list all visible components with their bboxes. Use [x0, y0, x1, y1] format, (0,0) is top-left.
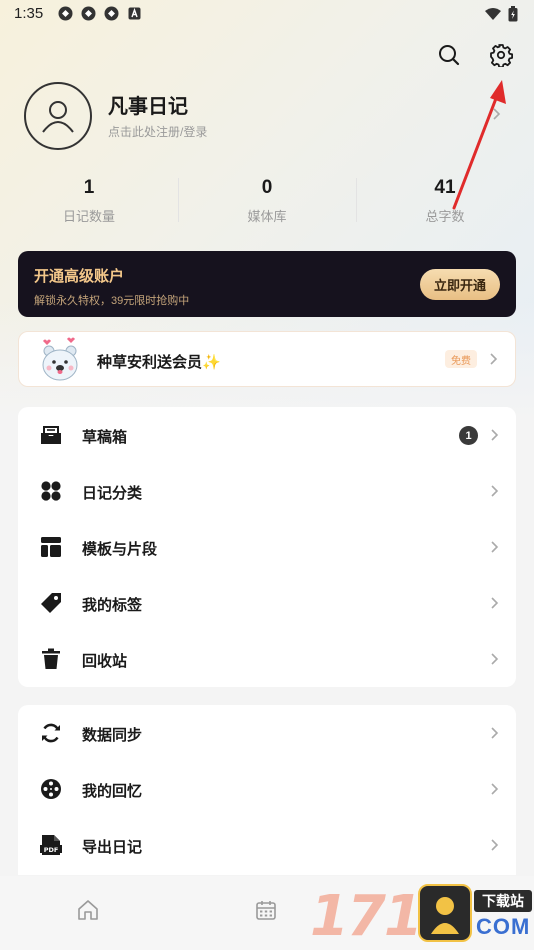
watermark-tag: 下载站 — [474, 890, 532, 912]
chevron-right-icon — [490, 596, 500, 615]
sync-icon — [40, 722, 62, 744]
trash-icon — [40, 648, 62, 670]
menu-item-memories[interactable]: 我的回忆 — [18, 761, 516, 817]
menu-label: 草稿箱 — [82, 429, 128, 446]
status-system-icons — [484, 6, 518, 27]
stat-label: 日记数量 — [62, 209, 115, 224]
user-icon — [42, 101, 74, 133]
stat-divider — [356, 178, 357, 222]
chevron-right-icon — [490, 782, 500, 801]
menu-item-templates[interactable]: 模板与片段 — [18, 519, 516, 575]
chevron-right-icon — [490, 726, 500, 745]
inbox-icon — [40, 424, 62, 446]
stat-media-library[interactable]: 0 媒体库 — [192, 176, 342, 225]
battery-icon — [508, 6, 518, 27]
menu-label: 日记分类 — [82, 485, 143, 502]
app-icon-1 — [58, 6, 73, 21]
svg-text:PDF: PDF — [44, 846, 59, 854]
menu-item-tags[interactable]: 我的标签 — [18, 575, 516, 631]
menu-label: 我的标签 — [82, 597, 143, 614]
menu-item-trash[interactable]: 回收站 — [18, 631, 516, 687]
menu-label: 回收站 — [82, 653, 128, 670]
menu-item-categories[interactable]: 日记分类 — [18, 463, 516, 519]
pdf-icon: PDF — [40, 834, 62, 856]
status-notification-icons — [58, 6, 142, 21]
chevron-right-icon — [489, 352, 499, 371]
menu-item-drafts[interactable]: 草稿箱 1 — [18, 407, 516, 463]
stat-diary-count[interactable]: 1 日记数量 — [14, 176, 164, 225]
search-button[interactable] — [434, 40, 464, 70]
menu-label: 导出日记 — [82, 839, 143, 856]
chevron-right-icon — [492, 107, 502, 126]
app-icon-3 — [104, 6, 119, 21]
gear-icon — [490, 44, 513, 67]
menu-card-data: 数据同步 我的回忆 PDF 导出日记 — [18, 705, 516, 875]
menu-label: 数据同步 — [82, 727, 143, 744]
draft-count-badge: 1 — [459, 426, 478, 445]
stat-label: 总字数 — [425, 209, 465, 224]
login-prompt[interactable]: 点击此处注册/登录 — [108, 123, 207, 140]
home-icon — [78, 900, 98, 920]
premium-subtitle: 解锁永久特权，39元限时抢购中 — [34, 295, 190, 307]
chevron-right-icon — [490, 540, 500, 559]
menu-card-main: 草稿箱 1 日记分类 模板与片段 我的标签 回收站 — [18, 407, 516, 687]
nav-home[interactable] — [76, 898, 100, 927]
bear-mascot-icon — [35, 335, 85, 385]
menu-label: 我的回忆 — [82, 783, 143, 800]
app-icon-2 — [81, 6, 96, 21]
stat-value: 1 — [83, 177, 95, 198]
menu-item-sync[interactable]: 数据同步 — [18, 705, 516, 761]
chevron-right-icon — [490, 428, 500, 447]
chevron-right-icon — [490, 652, 500, 671]
stat-value: 41 — [434, 177, 456, 198]
category-icon — [40, 480, 62, 502]
calendar-icon — [256, 901, 276, 920]
wifi-icon — [484, 7, 502, 26]
free-badge: 免费 — [445, 350, 477, 368]
promo-title: 种草安利送会员✨ — [97, 354, 221, 371]
premium-banner[interactable]: 开通高级账户 解锁永久特权，39元限时抢购中 立即开通 — [18, 251, 516, 317]
stat-word-count[interactable]: 41 总字数 — [370, 176, 520, 225]
chevron-right-icon — [490, 484, 500, 503]
menu-item-export[interactable]: PDF 导出日记 — [18, 817, 516, 873]
nav-calendar[interactable] — [254, 898, 278, 927]
activate-button[interactable]: 立即开通 — [420, 269, 500, 300]
settings-button[interactable] — [486, 40, 516, 70]
status-time: 1:35 — [14, 5, 44, 22]
search-icon — [439, 45, 460, 66]
template-icon — [40, 536, 62, 558]
tag-icon — [40, 592, 62, 614]
premium-title: 开通高级账户 — [34, 268, 125, 285]
avatar[interactable] — [24, 82, 92, 150]
stat-divider — [178, 178, 179, 222]
stat-value: 0 — [261, 177, 273, 198]
promo-banner[interactable]: 种草安利送会员✨ 免费 — [18, 331, 516, 387]
profile-name[interactable]: 凡事日记 — [108, 90, 188, 119]
watermark-logo-icon — [418, 884, 472, 942]
site-watermark: 1717 下载站 COM — [310, 882, 532, 949]
menu-label: 模板与片段 — [82, 541, 158, 558]
stat-label: 媒体库 — [247, 209, 287, 224]
status-bar: 1:35 — [0, 0, 534, 28]
a-badge-icon — [127, 6, 142, 21]
chevron-right-icon — [490, 838, 500, 857]
film-reel-icon — [40, 778, 62, 800]
watermark-domain: COM — [476, 914, 531, 939]
